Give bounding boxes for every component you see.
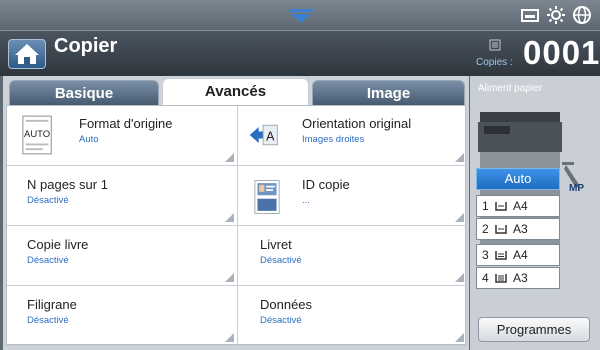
globe-icon[interactable] [572, 5, 592, 25]
option-data[interactable]: Données Désactivé [237, 286, 467, 346]
header: Copier Copies : 0001 [0, 30, 600, 76]
programs-button[interactable]: Programmes [478, 317, 590, 342]
option-original-size[interactable]: AUTO Format d'origine Auto [7, 106, 237, 166]
option-book-copy[interactable]: Copie livre Désactivé [7, 226, 237, 286]
option-orientation[interactable]: A Orientation original Images droites [237, 106, 467, 166]
tray-size: A4 [513, 248, 528, 262]
option-booklet[interactable]: Livret Désactivé [237, 226, 467, 286]
status-bar [0, 0, 600, 30]
option-title: Copie livre [27, 237, 89, 252]
tray-1[interactable]: 1 A4 [476, 195, 560, 217]
corner-indicator [455, 333, 464, 342]
option-value: ... [302, 195, 310, 206]
tray-auto[interactable]: Auto [476, 168, 560, 190]
tray-icon [495, 202, 507, 211]
original-size-icon: AUTO [22, 115, 52, 155]
corner-indicator [455, 213, 464, 222]
option-title: Livret [260, 237, 292, 252]
tray-size: A3 [513, 222, 528, 236]
tray-number: 2 [482, 222, 489, 236]
tray-number: 4 [482, 271, 489, 285]
tray-2[interactable]: 2 A3 [476, 218, 560, 240]
corner-indicator [455, 273, 464, 282]
paper-feed-panel: Aliment papier MP Auto 1 A4 2 A3 3 A4 4 … [470, 76, 600, 350]
option-value: Auto [79, 134, 99, 145]
copies-label: Copies : [476, 57, 513, 68]
option-id-copy[interactable]: ID copie ... [237, 166, 467, 226]
option-title: Orientation original [302, 116, 412, 131]
toner-icon[interactable] [520, 5, 540, 25]
option-title: Filigrane [27, 297, 77, 312]
tray-4[interactable]: 4 A3 [476, 267, 560, 289]
corner-indicator [225, 153, 234, 162]
corner-indicator [225, 333, 234, 342]
corner-indicator [455, 153, 464, 162]
option-title: Format d'origine [79, 116, 173, 131]
home-icon [15, 44, 39, 64]
option-title: N pages sur 1 [27, 177, 108, 192]
option-value: Images droites [302, 134, 365, 145]
tray-number: 3 [482, 248, 489, 262]
tray-icon [495, 225, 507, 234]
home-button[interactable] [8, 39, 46, 69]
tab-avances[interactable]: Avancés [162, 78, 309, 106]
copies-count[interactable]: 0001 [523, 34, 600, 72]
tray-size: A4 [513, 199, 528, 213]
option-watermark[interactable]: Filigrane Désactivé [7, 286, 237, 346]
pull-down-arrow-icon[interactable] [288, 8, 314, 24]
option-title: ID copie [302, 177, 350, 192]
id-copy-icon [254, 180, 280, 214]
tray-size: A3 [513, 271, 528, 285]
tray-icon [495, 274, 507, 283]
option-n-up[interactable]: N pages sur 1 Désactivé [7, 166, 237, 226]
options-grid: AUTO Format d'origine Auto A Orientation… [6, 105, 467, 346]
option-value: Désactivé [260, 255, 302, 266]
tray-3[interactable]: 3 A4 [476, 244, 560, 266]
corner-indicator [225, 273, 234, 282]
svg-text:AUTO: AUTO [24, 129, 50, 140]
svg-text:A: A [266, 129, 275, 143]
tab-bar: Basique Avancés Image [3, 76, 469, 106]
page-title: Copier [54, 35, 118, 57]
tray-icon [495, 251, 507, 260]
brightness-icon[interactable] [546, 5, 566, 25]
tray-number: 1 [482, 199, 489, 213]
option-value: Désactivé [27, 195, 69, 206]
copies-icon [489, 39, 501, 51]
tab-basique[interactable]: Basique [9, 80, 159, 106]
option-title: Données [260, 297, 313, 312]
option-value: Désactivé [260, 315, 302, 326]
option-value: Désactivé [27, 315, 69, 326]
option-value: Désactivé [27, 255, 69, 266]
orientation-icon: A [249, 124, 278, 146]
main-panel: Basique Avancés Image AUTO Format d'orig… [3, 76, 469, 350]
paper-feed-label: Aliment papier [478, 83, 542, 94]
tab-image[interactable]: Image [312, 80, 465, 106]
corner-indicator [225, 213, 234, 222]
mp-tray-label: MP [569, 183, 584, 194]
